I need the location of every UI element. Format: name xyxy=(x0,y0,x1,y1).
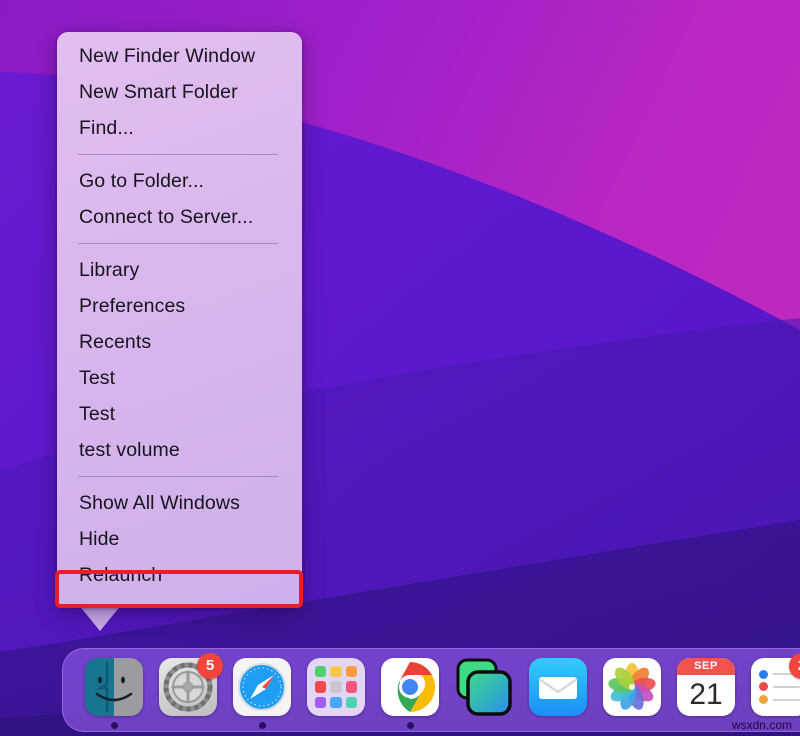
photos-icon xyxy=(603,658,661,716)
menu-item-new-smart-folder[interactable]: New Smart Folder xyxy=(57,74,302,110)
menu-item-preferences[interactable]: Preferences xyxy=(57,288,302,324)
menu-separator-2 xyxy=(78,243,278,244)
launchpad-icon xyxy=(307,658,365,716)
menu-item-relaunch[interactable]: Relaunch xyxy=(57,557,302,593)
finder-context-menu[interactable]: New Finder Window New Smart Folder Find.… xyxy=(57,32,302,608)
calendar-month-label: SEP xyxy=(677,658,735,675)
finder-running-indicator xyxy=(111,722,118,729)
calendar-day-label: 21 xyxy=(677,675,735,715)
dock-item-google-chrome[interactable] xyxy=(373,658,447,729)
menu-item-find[interactable]: Find... xyxy=(57,110,302,146)
menu-item-new-finder-window[interactable]: New Finder Window xyxy=(57,38,302,74)
system-preferences-badge: 5 xyxy=(197,653,223,679)
dock-item-finder[interactable] xyxy=(77,658,151,729)
dock[interactable]: 5 xyxy=(62,648,800,732)
dock-item-mail[interactable] xyxy=(521,658,595,729)
safari-icon xyxy=(233,658,291,716)
dock-item-stage-manager[interactable] xyxy=(447,658,521,729)
safari-running-indicator xyxy=(259,722,266,729)
desktop-screen: New Finder Window New Smart Folder Find.… xyxy=(0,0,800,736)
site-watermark: wsxdn.com xyxy=(732,718,792,732)
menu-item-library[interactable]: Library xyxy=(57,252,302,288)
menu-separator-1 xyxy=(78,154,278,155)
menu-item-recents[interactable]: Recents xyxy=(57,324,302,360)
google-chrome-icon xyxy=(381,658,439,716)
menu-item-test-volume[interactable]: test volume xyxy=(57,432,302,468)
menu-item-hide[interactable]: Hide xyxy=(57,521,302,557)
menu-item-show-all-windows[interactable]: Show All Windows xyxy=(57,485,302,521)
stage-manager-icon xyxy=(455,658,513,716)
dock-item-safari[interactable] xyxy=(225,658,299,729)
dock-item-photos[interactable] xyxy=(595,658,669,729)
context-menu-pointer xyxy=(78,604,122,632)
google-chrome-running-indicator xyxy=(407,722,414,729)
menu-item-test-1[interactable]: Test xyxy=(57,360,302,396)
menu-item-test-2[interactable]: Test xyxy=(57,396,302,432)
menu-item-connect-to-server[interactable]: Connect to Server... xyxy=(57,199,302,235)
menu-separator-3 xyxy=(78,476,278,477)
dock-item-system-preferences[interactable]: 5 xyxy=(151,658,225,729)
calendar-icon: SEP 21 xyxy=(677,658,735,716)
finder-icon xyxy=(85,658,143,716)
mail-icon xyxy=(529,658,587,716)
menu-item-go-to-folder[interactable]: Go to Folder... xyxy=(57,163,302,199)
dock-item-launchpad[interactable] xyxy=(299,658,373,729)
